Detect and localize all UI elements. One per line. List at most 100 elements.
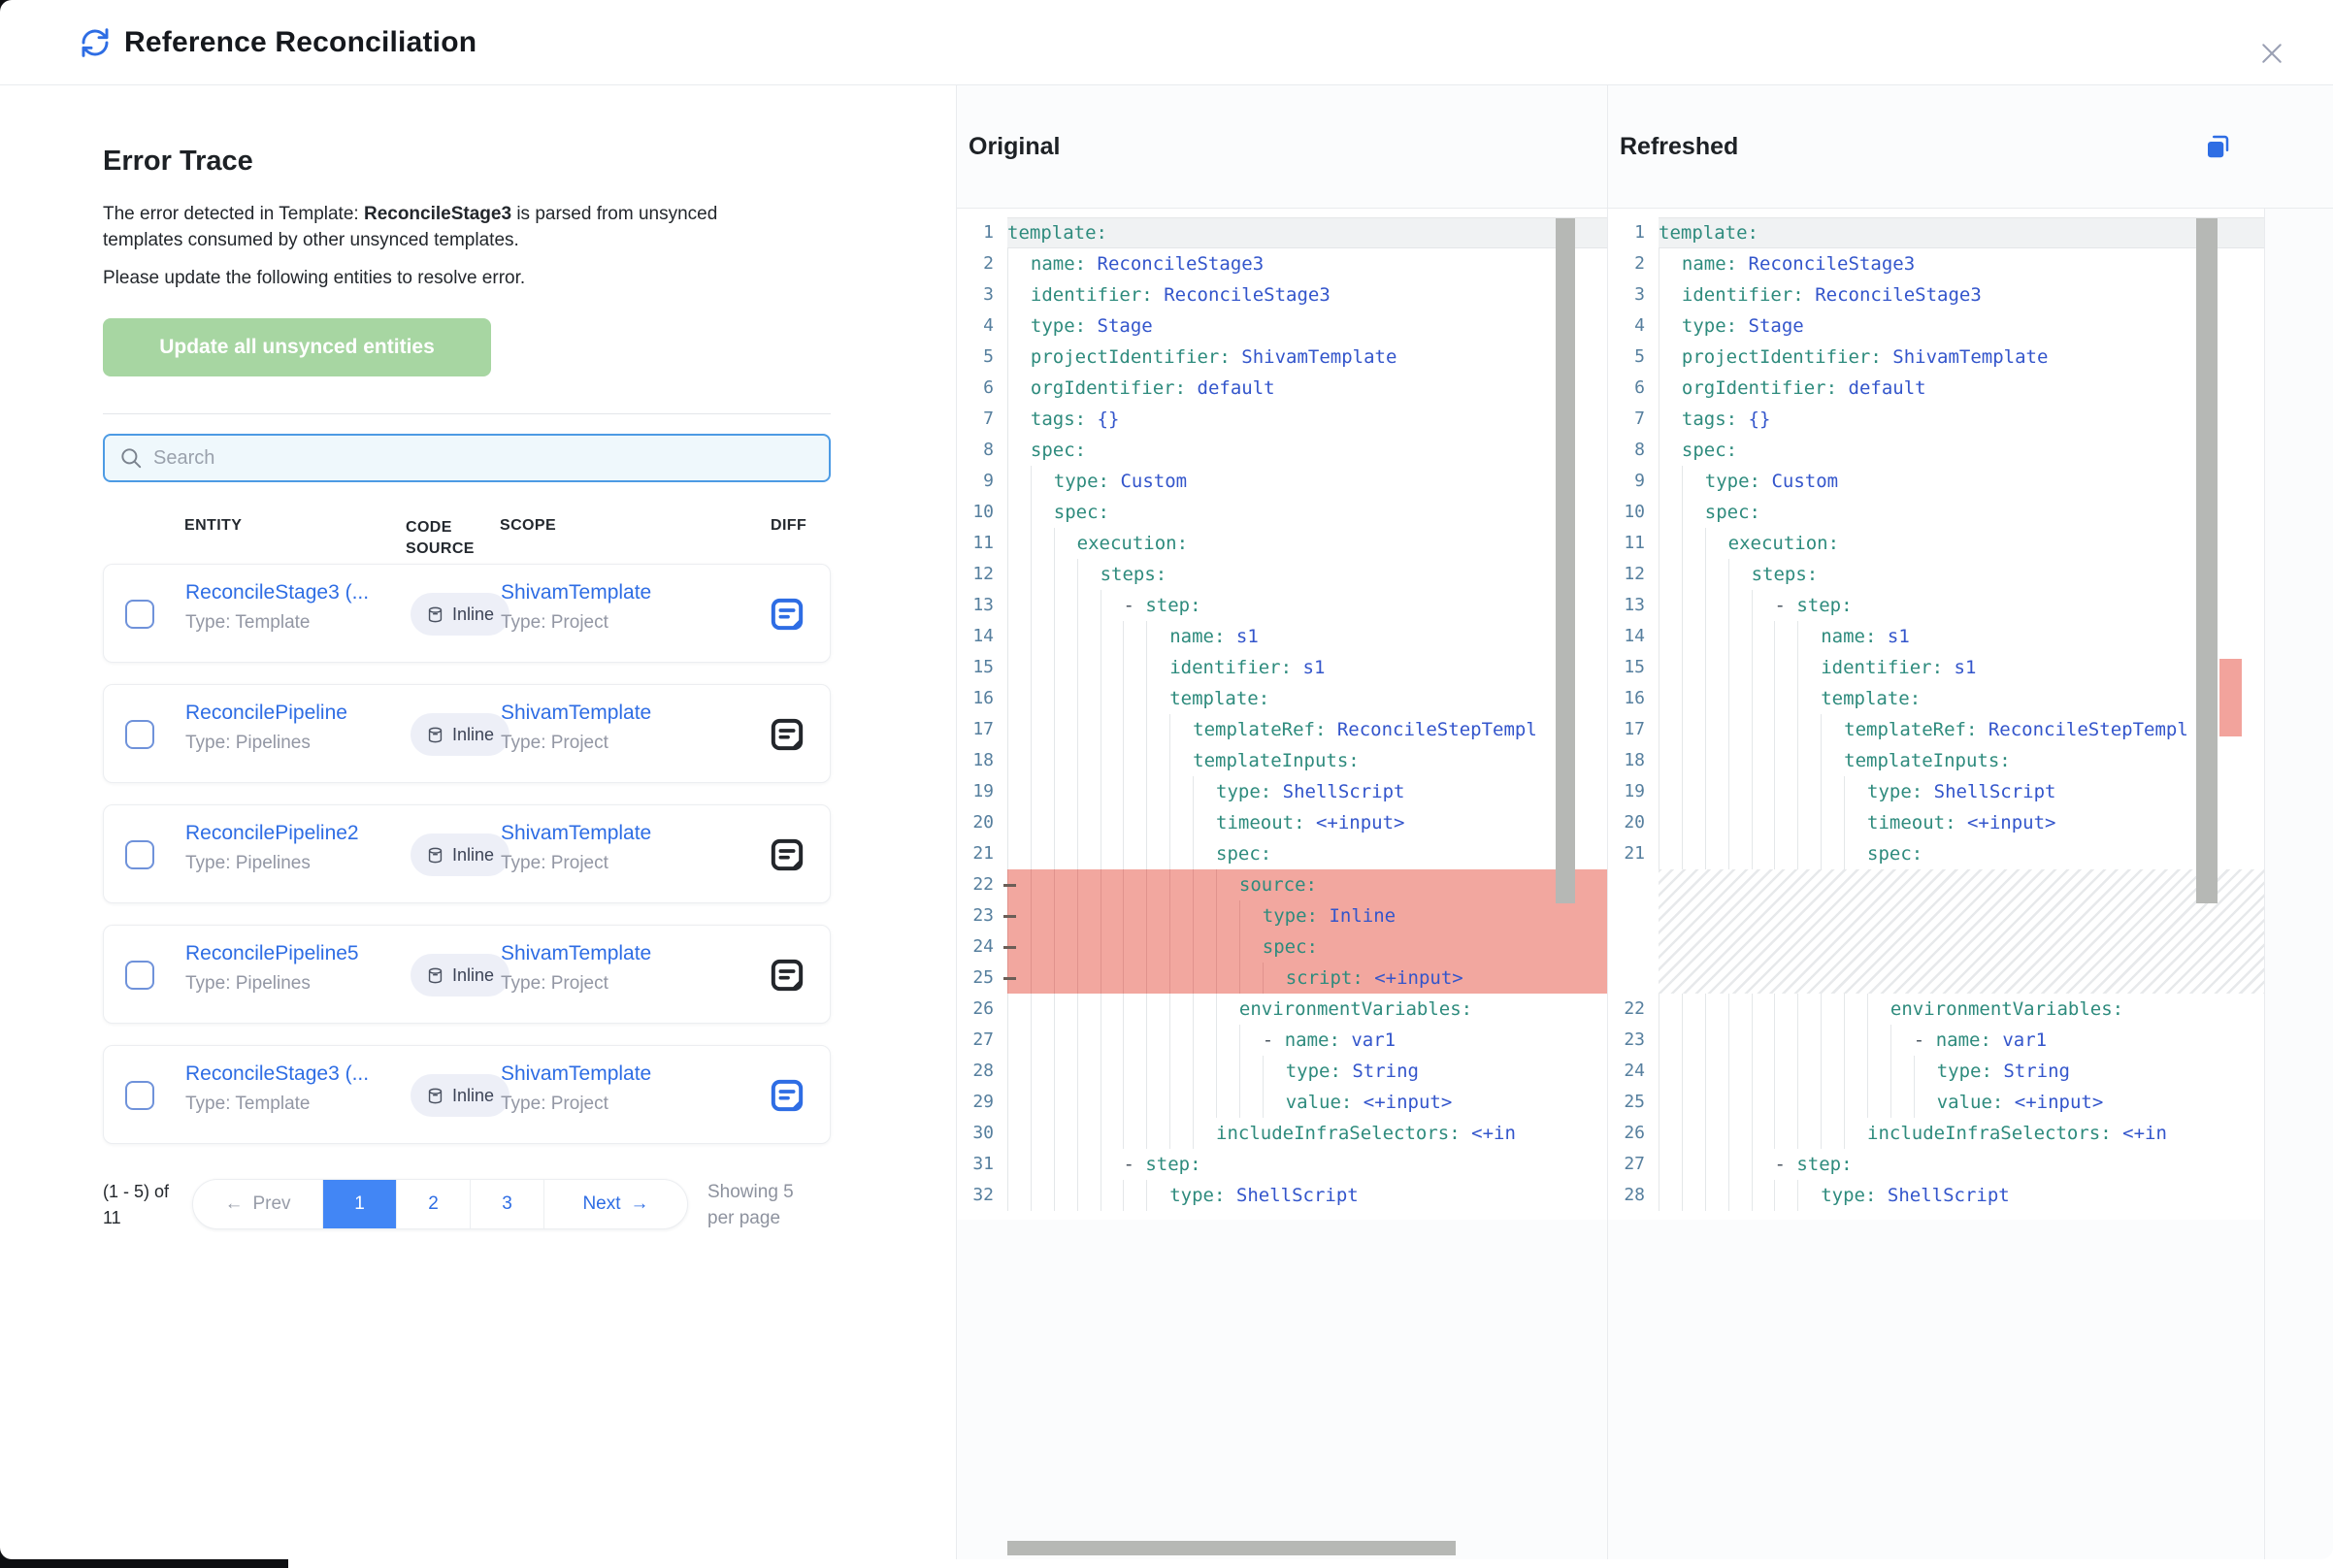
open-diff-button[interactable]: [768, 835, 806, 874]
row-checkbox[interactable]: [125, 1081, 154, 1110]
diff-note-icon: [768, 715, 806, 754]
line-number: 8: [1608, 435, 1653, 466]
line-number: 16: [1608, 683, 1653, 714]
error-trace-heading: Error Trace: [103, 146, 956, 178]
vertical-scrollbar-thumb[interactable]: [1556, 218, 1575, 903]
column-header-code-source: CODE SOURCE: [406, 517, 503, 560]
row-checkbox[interactable]: [125, 961, 154, 990]
line-number: 9: [1608, 466, 1653, 497]
line-number: 26: [1608, 1118, 1653, 1149]
refreshed-code-editor: 1template:2 name: ReconcileStage33 ident…: [1607, 209, 2265, 1559]
table-row[interactable]: ReconcilePipeline5 Type: Pipelines Inlin…: [103, 925, 831, 1024]
entity-link[interactable]: ReconcilePipeline2: [185, 822, 359, 845]
line-number: 17: [1608, 714, 1653, 745]
next-page-button[interactable]: Next →: [544, 1180, 687, 1228]
original-code-editor: 1template:2 name: ReconcileStage33 ident…: [957, 209, 1607, 1559]
code-line: 21 spec:: [957, 838, 1607, 869]
line-number: 2: [1608, 248, 1653, 279]
line-number: 19: [1608, 776, 1653, 807]
column-header-scope: SCOPE: [500, 517, 556, 535]
code-line: 4 type: Stage: [1608, 310, 2264, 342]
entity-link[interactable]: ReconcilePipeline: [185, 702, 347, 725]
update-all-unsynced-button[interactable]: Update all unsynced entities: [103, 318, 491, 376]
prev-label: Prev: [252, 1193, 290, 1215]
table-row[interactable]: ReconcileStage3 (... Type: Template Inli…: [103, 1045, 831, 1144]
code-line: 8 spec:: [957, 435, 1607, 466]
page-title: Reference Reconciliation: [124, 26, 476, 59]
code-line: 27 - step:: [1608, 1149, 2264, 1180]
code-line: 20 timeout: <+input>: [957, 807, 1607, 838]
line-number: 20: [1608, 807, 1653, 838]
line-number: 12: [957, 559, 1002, 590]
code-line: 2 name: ReconcileStage3: [1608, 248, 2264, 279]
open-diff-button[interactable]: [768, 595, 806, 634]
code-line: 1template:: [1608, 217, 2264, 248]
code-line: 10 spec:: [1608, 497, 2264, 528]
line-number: 5: [957, 342, 1002, 373]
copy-icon[interactable]: [2203, 132, 2232, 161]
code-line: 15 identifier: s1: [1608, 652, 2264, 683]
code-line: 25 value: <+input>: [1608, 1087, 2264, 1118]
table-row[interactable]: ReconcilePipeline2 Type: Pipelines Inlin…: [103, 804, 831, 903]
code-line: 5 projectIdentifier: ShivamTemplate: [957, 342, 1607, 373]
page-button-1[interactable]: 1: [323, 1180, 397, 1228]
reference-reconciliation-dialog: Reference Reconciliation Error Trace The…: [0, 0, 2333, 1559]
page-button-3[interactable]: 3: [471, 1180, 544, 1228]
close-icon[interactable]: [2257, 39, 2286, 68]
entity-type-label: Type: Template: [185, 1094, 369, 1115]
code-line: 14 name: s1: [957, 621, 1607, 652]
entity-link[interactable]: ReconcileStage3 (...: [185, 1062, 369, 1086]
code-line: 1template:: [957, 217, 1607, 248]
row-checkbox[interactable]: [125, 600, 154, 629]
code-line: 10 spec:: [957, 497, 1607, 528]
line-number: 7: [1608, 404, 1653, 435]
row-checkbox[interactable]: [125, 840, 154, 869]
code-line: 6 orgIdentifier: default: [957, 373, 1607, 404]
line-number: 13: [1608, 590, 1653, 621]
line-number: 6: [1608, 373, 1653, 404]
open-diff-button[interactable]: [768, 956, 806, 995]
page-button-2[interactable]: 2: [397, 1180, 471, 1228]
code-line: 32 type: ShellScript: [957, 1180, 1607, 1211]
line-number: 22: [1608, 994, 1653, 1025]
prev-page-button[interactable]: ← Prev: [193, 1180, 323, 1228]
error-description: The error detected in Template: Reconcil…: [103, 201, 782, 253]
scope-type-label: Type: Project: [501, 733, 651, 754]
line-number: 27: [957, 1025, 1002, 1056]
scope-link[interactable]: ShivamTemplate: [501, 581, 651, 604]
line-number: 26: [957, 994, 1002, 1025]
pagination-control: ← Prev 123 Next →: [192, 1179, 688, 1229]
line-number: 18: [957, 745, 1002, 776]
scope-link[interactable]: ShivamTemplate: [501, 702, 651, 725]
code-line: 29 value: <+input>: [957, 1087, 1607, 1118]
open-diff-button[interactable]: [768, 715, 806, 754]
row-checkbox[interactable]: [125, 720, 154, 749]
horizontal-scrollbar-thumb[interactable]: [1007, 1541, 1456, 1555]
sync-icon: [80, 27, 111, 58]
refreshed-code: 1template:2 name: ReconcileStage33 ident…: [1608, 209, 2264, 1220]
vertical-scrollbar-thumb[interactable]: [2196, 218, 2218, 903]
open-diff-button[interactable]: [768, 1076, 806, 1115]
code-line: 3 identifier: ReconcileStage3: [1608, 279, 2264, 310]
diff-header: Original Refreshed: [957, 85, 2333, 209]
line-number: 16: [957, 683, 1002, 714]
scope-link[interactable]: ShivamTemplate: [501, 942, 651, 965]
diff-note-icon: [768, 1076, 806, 1115]
search-box: [103, 434, 831, 482]
code-line: 26 environmentVariables:: [957, 994, 1607, 1025]
line-number: 21: [957, 838, 1002, 869]
search-input[interactable]: [153, 447, 815, 470]
code-line: 28 type: ShellScript: [1608, 1180, 2264, 1211]
line-number: 15: [957, 652, 1002, 683]
table-row[interactable]: ReconcilePipeline Type: Pipelines Inline…: [103, 684, 831, 783]
table-row[interactable]: ReconcileStage3 (... Type: Template Inli…: [103, 564, 831, 663]
entity-link[interactable]: ReconcileStage3 (...: [185, 581, 369, 604]
line-number: 9: [957, 466, 1002, 497]
section-divider: [103, 413, 831, 414]
scope-link[interactable]: ShivamTemplate: [501, 822, 651, 845]
line-number: 20: [957, 807, 1002, 838]
scope-link[interactable]: ShivamTemplate: [501, 1062, 651, 1086]
code-line: 14 name: s1: [1608, 621, 2264, 652]
entity-link[interactable]: ReconcilePipeline5: [185, 942, 359, 965]
code-line: 13 - step:: [957, 590, 1607, 621]
